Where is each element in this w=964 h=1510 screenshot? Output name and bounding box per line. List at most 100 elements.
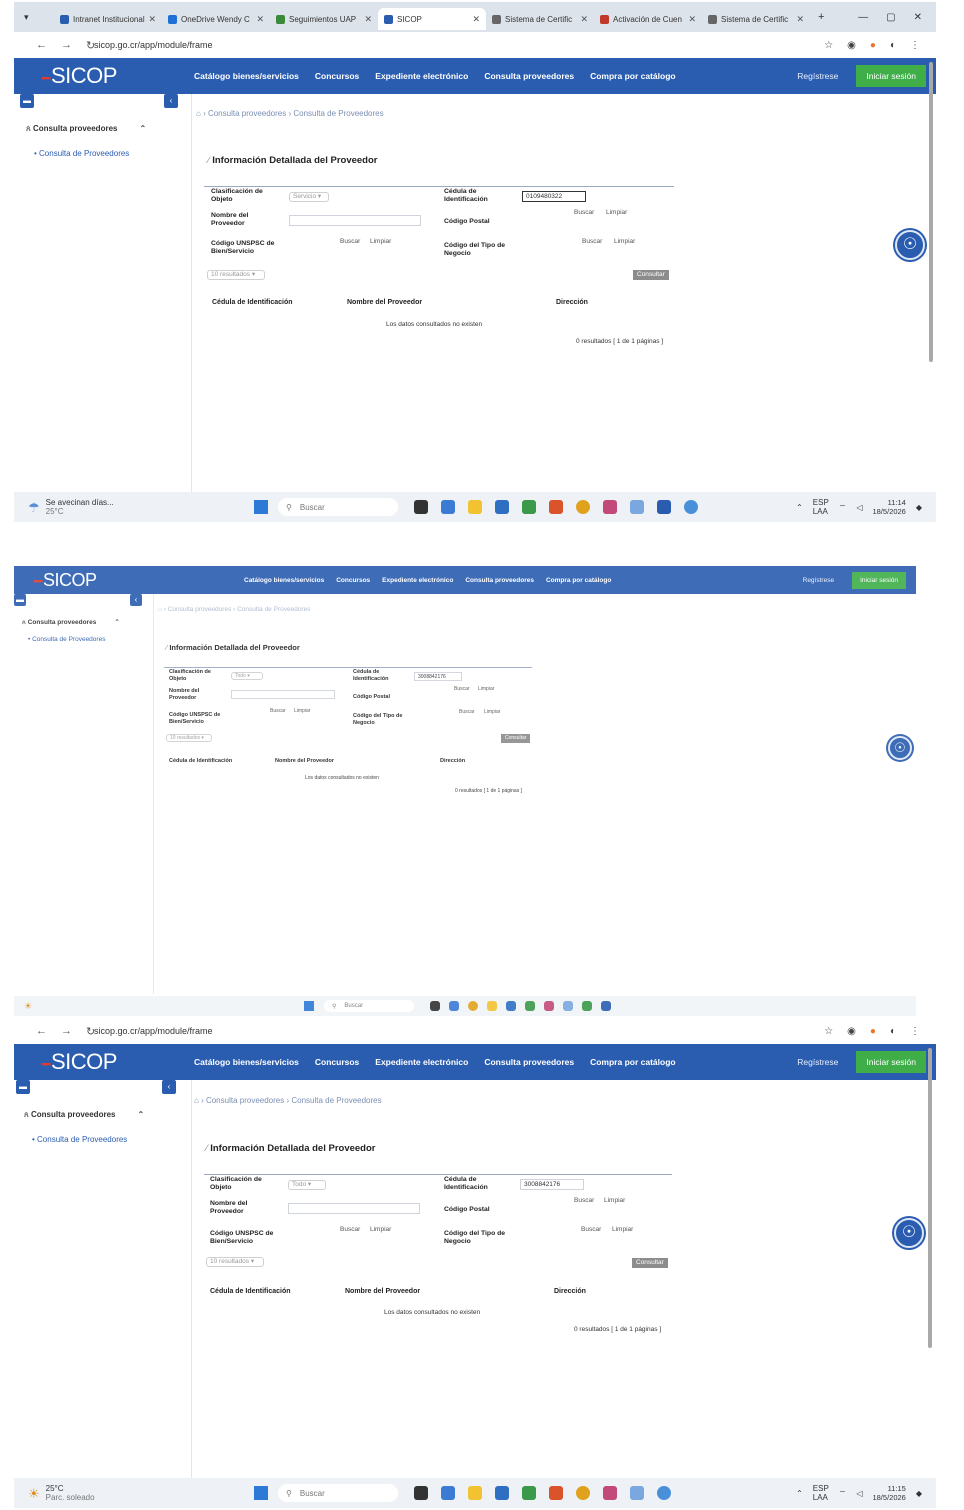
cedula-limpiar[interactable]: Limpiar [478, 686, 494, 692]
scrollbar[interactable] [928, 1048, 932, 1348]
cedula-buscar[interactable]: Buscar [574, 1197, 594, 1204]
app-icon[interactable] [603, 1486, 617, 1500]
forward-icon[interactable]: → [61, 39, 72, 52]
menu-compra-catalogo[interactable]: Compra por catálogo [590, 71, 675, 81]
home-icon[interactable]: ⌂ [158, 606, 162, 613]
menu-concursos[interactable]: Concursos [336, 577, 370, 584]
accessibility-icon[interactable]: ☉ [895, 230, 925, 260]
menu-consulta-proveedores[interactable]: Consulta proveedores [484, 1057, 574, 1067]
nombre-input[interactable] [289, 215, 421, 226]
extension-icon[interactable]: ◉ [847, 1026, 856, 1037]
profile-icon[interactable]: ◐ [890, 40, 896, 51]
app-icon[interactable] [414, 1486, 428, 1500]
sicop-logo[interactable]: ━SICOP [14, 1049, 194, 1075]
breadcrumb-link[interactable]: Consulta proveedores [208, 109, 286, 118]
resultados-select[interactable]: 10 resultados ▾ [207, 270, 265, 280]
menu-compra-catalogo[interactable]: Compra por catálogo [546, 577, 611, 584]
menu-consulta-proveedores[interactable]: Consulta proveedores [484, 71, 574, 81]
close-icon[interactable]: ✕ [796, 14, 804, 25]
breadcrumb-link[interactable]: Consulta proveedores [206, 1096, 284, 1105]
cedula-input[interactable]: 3008842176 [414, 672, 462, 681]
menu-catalogo[interactable]: Catálogo bienes/servicios [194, 1057, 299, 1067]
menu-concursos[interactable]: Concursos [315, 71, 359, 81]
consultar-button[interactable]: Consultar [633, 270, 669, 280]
home-icon[interactable]: ▬ [20, 94, 34, 108]
app-icon[interactable] [657, 500, 671, 514]
register-button[interactable]: Regístrese [779, 71, 856, 81]
app-icon[interactable] [601, 1001, 611, 1011]
close-icon[interactable]: ✕ [472, 14, 480, 25]
sidebar-item-consulta-proveedores[interactable]: • Consulta de Proveedores [28, 636, 105, 643]
nombre-input[interactable] [288, 1203, 420, 1214]
app-icon[interactable] [430, 1001, 440, 1011]
app-icon[interactable] [495, 1486, 509, 1500]
app-icon[interactable] [522, 500, 536, 514]
collapse-sidebar-icon[interactable]: ‹ [162, 1080, 176, 1094]
extension-icon[interactable]: ● [870, 40, 876, 51]
weather-widget[interactable]: ☀ [14, 1001, 304, 1011]
sidebar-item-consulta-proveedores[interactable]: • Consulta de Proveedores [34, 149, 129, 158]
app-icon[interactable] [506, 1001, 516, 1011]
url-field[interactable]: sicop.go.cr/app/module/frame [94, 1026, 824, 1036]
app-icon[interactable] [549, 500, 563, 514]
weather-widget[interactable]: ☂ Se avecinan días... 25°C [14, 498, 254, 516]
app-icon[interactable] [582, 1001, 592, 1011]
tipo-limpiar[interactable]: Limpiar [614, 238, 635, 245]
tab-activacion[interactable]: Activación de Cuen ✕ [594, 8, 702, 30]
close-icon[interactable]: ✕ [688, 14, 696, 25]
new-tab-icon[interactable]: + [810, 11, 824, 23]
menu-expediente[interactable]: Expediente electrónico [375, 71, 468, 81]
tab-seguimientos[interactable]: Seguimientos UAP ✕ [270, 8, 378, 30]
tipo-buscar[interactable]: Buscar [459, 709, 475, 715]
menu-compra-catalogo[interactable]: Compra por catálogo [590, 1057, 675, 1067]
chevron-up-icon[interactable]: ⌃ [796, 1489, 803, 1498]
unspsc-limpiar[interactable]: Limpiar [294, 708, 310, 714]
menu-consulta-proveedores[interactable]: Consulta proveedores [465, 577, 534, 584]
notification-icon[interactable]: ◆ [916, 1489, 922, 1498]
app-icon[interactable] [441, 1486, 455, 1500]
clock[interactable]: 11:15 18/5/2026 [872, 1484, 905, 1502]
nombre-input[interactable] [231, 690, 335, 699]
tab-certificacion-2[interactable]: Sistema de Certific ✕ [702, 8, 810, 30]
cedula-input[interactable]: 3008842176 [520, 1179, 584, 1190]
unspsc-limpiar[interactable]: Limpiar [370, 1226, 391, 1233]
folder-icon[interactable] [487, 1001, 497, 1011]
cedula-limpiar[interactable]: Limpiar [604, 1197, 625, 1204]
sicop-logo[interactable]: ━SICOP [14, 570, 244, 591]
cedula-limpiar[interactable]: Limpiar [606, 209, 627, 216]
close-icon[interactable]: ✕ [148, 14, 156, 25]
chrome-icon[interactable] [576, 500, 590, 514]
chrome-icon[interactable] [468, 1001, 478, 1011]
weather-widget[interactable]: ☀ 25°C Parc. soleado [14, 1484, 254, 1502]
close-icon[interactable]: ✕ [580, 14, 588, 25]
star-icon[interactable]: ☆ [824, 1026, 833, 1037]
menu-expediente[interactable]: Expediente electrónico [382, 577, 453, 584]
accessibility-icon[interactable]: ☉ [894, 1218, 924, 1248]
tipo-limpiar[interactable]: Limpiar [612, 1226, 633, 1233]
sidebar-section-consulta[interactable]: ጰ Consulta proveedores ⌃ [26, 124, 146, 134]
windows-start-icon[interactable] [304, 1001, 314, 1011]
tipo-buscar[interactable]: Buscar [581, 1226, 601, 1233]
menu-expediente[interactable]: Expediente electrónico [375, 1057, 468, 1067]
cedula-buscar[interactable]: Buscar [454, 686, 470, 692]
app-icon[interactable] [684, 500, 698, 514]
consultar-button[interactable]: Consultar [501, 734, 531, 743]
register-button[interactable]: Regístrese [779, 1057, 856, 1067]
clasificacion-select[interactable]: Servicio ▾ [289, 192, 329, 202]
collapse-sidebar-icon[interactable]: ‹ [164, 94, 178, 108]
close-icon[interactable]: ✕ [256, 14, 264, 25]
profile-icon[interactable]: ◐ [890, 1026, 896, 1037]
app-icon[interactable] [544, 1001, 554, 1011]
menu-concursos[interactable]: Concursos [315, 1057, 359, 1067]
menu-catalogo[interactable]: Catálogo bienes/servicios [244, 577, 324, 584]
menu-catalogo[interactable]: Catálogo bienes/servicios [194, 71, 299, 81]
app-icon[interactable] [525, 1001, 535, 1011]
tipo-limpiar[interactable]: Limpiar [484, 709, 500, 715]
sicop-logo[interactable]: ━SICOP [14, 63, 194, 89]
tab-certificacion[interactable]: Sistema de Certific ✕ [486, 8, 594, 30]
app-icon[interactable] [630, 500, 644, 514]
chevron-up-icon[interactable]: ⌃ [796, 503, 803, 512]
minimize-icon[interactable]: — [858, 12, 868, 23]
notification-icon[interactable]: ◆ [916, 503, 922, 512]
sidebar-section-consulta[interactable]: ጰ Consulta proveedores ⌃ [24, 1110, 144, 1120]
